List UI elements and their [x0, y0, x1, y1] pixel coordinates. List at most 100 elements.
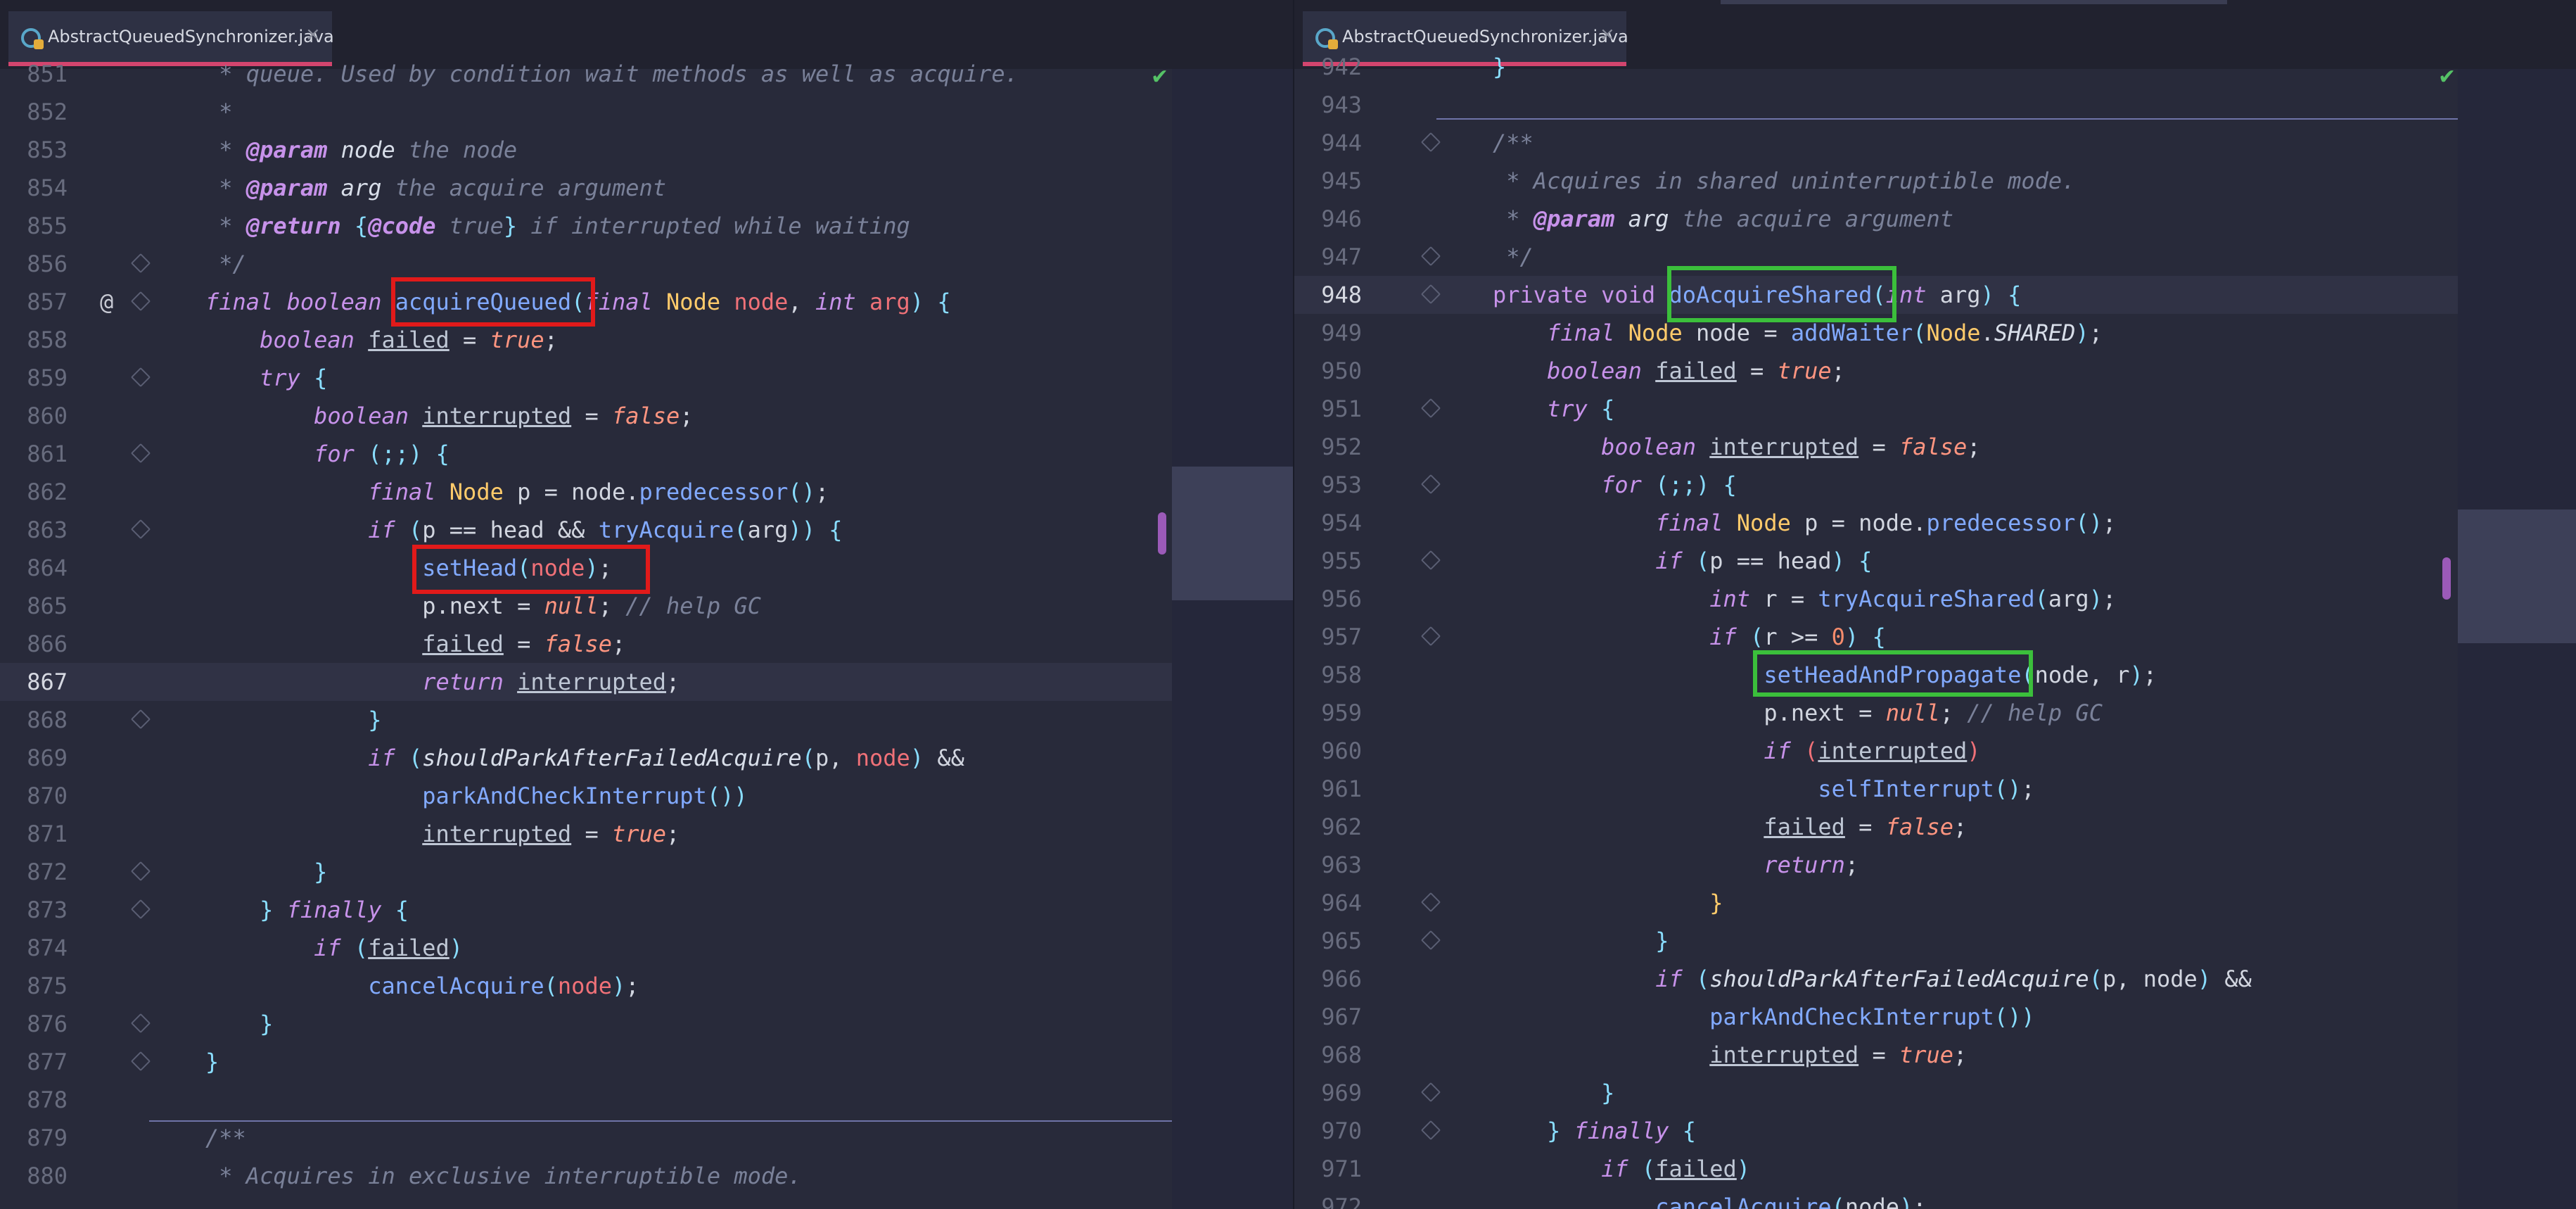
line-number[interactable]: 879: [0, 1119, 68, 1157]
line-number[interactable]: 865: [0, 587, 68, 625]
line-number[interactable]: 874: [0, 929, 68, 967]
code-line[interactable]: 861 for (;;) {: [0, 435, 1172, 473]
line-number[interactable]: 854: [0, 169, 68, 207]
line-number[interactable]: 971: [1294, 1150, 1362, 1188]
line-number[interactable]: 962: [1294, 808, 1362, 846]
code-line[interactable]: 872 }: [0, 853, 1172, 891]
code-line[interactable]: 867 return interrupted;: [0, 663, 1172, 701]
fold-marker-icon[interactable]: [130, 443, 151, 464]
line-number[interactable]: 871: [0, 815, 68, 853]
override-marker-icon[interactable]: @: [100, 283, 113, 321]
code-line[interactable]: 953 for (;;) {: [1294, 466, 2458, 504]
line-number[interactable]: 965: [1294, 922, 1362, 960]
line-number[interactable]: 856: [0, 245, 68, 283]
fold-marker-icon[interactable]: [1420, 474, 1441, 495]
line-number[interactable]: 956: [1294, 580, 1362, 618]
code-line[interactable]: 968 interrupted = true;: [1294, 1036, 2458, 1074]
fold-marker-icon[interactable]: [130, 1051, 151, 1072]
code-line[interactable]: 870 parkAndCheckInterrupt()): [0, 777, 1172, 815]
line-number[interactable]: 972: [1294, 1188, 1362, 1209]
code-line[interactable]: 879 /**: [0, 1119, 1172, 1157]
line-number[interactable]: 877: [0, 1043, 68, 1081]
line-number[interactable]: 868: [0, 701, 68, 739]
code-line[interactable]: 874 if (failed): [0, 929, 1172, 967]
code-line[interactable]: 954 final Node p = node.predecessor();: [1294, 504, 2458, 542]
close-icon[interactable]: ×: [1600, 24, 1615, 45]
code-line[interactable]: 960 if (interrupted): [1294, 732, 2458, 770]
fold-marker-icon[interactable]: [1420, 246, 1441, 267]
code-line[interactable]: 860 boolean interrupted = false;: [0, 397, 1172, 435]
line-number[interactable]: 953: [1294, 466, 1362, 504]
code-line[interactable]: 946 * @param arg the acquire argument: [1294, 200, 2458, 238]
line-number[interactable]: 853: [0, 131, 68, 169]
code-line[interactable]: 970 } finally {: [1294, 1112, 2458, 1150]
code-editor-left[interactable]: 851 * queue. Used by condition wait meth…: [0, 61, 1293, 1209]
line-number[interactable]: 944: [1294, 124, 1362, 162]
line-number[interactable]: 966: [1294, 960, 1362, 998]
code-line[interactable]: 876 }: [0, 1005, 1172, 1043]
scrollbar-thumb-left[interactable]: [1158, 512, 1166, 555]
code-line[interactable]: 971 if (failed): [1294, 1150, 2458, 1188]
line-number[interactable]: 869: [0, 739, 68, 777]
code-line[interactable]: 964 }: [1294, 884, 2458, 922]
code-line[interactable]: 858 boolean failed = true;: [0, 321, 1172, 359]
line-number[interactable]: 858: [0, 321, 68, 359]
code-line[interactable]: 966 if (shouldParkAfterFailedAcquire(p, …: [1294, 960, 2458, 998]
fold-marker-icon[interactable]: [130, 253, 151, 274]
line-number[interactable]: 955: [1294, 542, 1362, 580]
scrollbar-thumb-right[interactable]: [2442, 557, 2451, 600]
line-number[interactable]: 870: [0, 777, 68, 815]
fold-marker-icon[interactable]: [130, 367, 151, 388]
fold-marker-icon[interactable]: [130, 709, 151, 730]
line-number[interactable]: 948: [1294, 276, 1362, 314]
code-line[interactable]: 950 boolean failed = true;: [1294, 352, 2458, 390]
fold-marker-icon[interactable]: [130, 519, 151, 540]
code-line[interactable]: 851 * queue. Used by condition wait meth…: [0, 55, 1172, 93]
line-number[interactable]: 852: [0, 93, 68, 131]
line-number[interactable]: 861: [0, 435, 68, 473]
fold-marker-icon[interactable]: [1420, 398, 1441, 419]
line-number[interactable]: 855: [0, 207, 68, 245]
minimap-viewport[interactable]: [1172, 467, 1293, 600]
line-number[interactable]: 863: [0, 511, 68, 549]
code-line[interactable]: 852 *: [0, 93, 1172, 131]
fold-marker-icon[interactable]: [1420, 930, 1441, 951]
code-line[interactable]: 952 boolean interrupted = false;: [1294, 428, 2458, 466]
code-line[interactable]: 969 }: [1294, 1074, 2458, 1112]
line-number[interactable]: 963: [1294, 846, 1362, 884]
fold-marker-icon[interactable]: [130, 861, 151, 882]
code-line[interactable]: 961 selfInterrupt();: [1294, 770, 2458, 808]
code-line[interactable]: 868 }: [0, 701, 1172, 739]
fold-marker-icon[interactable]: [1420, 284, 1441, 305]
code-line[interactable]: 875 cancelAcquire(node);: [0, 967, 1172, 1005]
code-line[interactable]: 951 try {: [1294, 390, 2458, 428]
line-number[interactable]: 872: [0, 853, 68, 891]
code-line[interactable]: 877}: [0, 1043, 1172, 1081]
line-number[interactable]: 876: [0, 1005, 68, 1043]
fold-marker-icon[interactable]: [1420, 626, 1441, 647]
line-number[interactable]: 862: [0, 473, 68, 511]
code-line[interactable]: 956 int r = tryAcquireShared(arg);: [1294, 580, 2458, 618]
line-number[interactable]: 949: [1294, 314, 1362, 352]
code-line[interactable]: 862 final Node p = node.predecessor();: [0, 473, 1172, 511]
minimap-right[interactable]: [2458, 69, 2576, 1209]
line-number[interactable]: 957: [1294, 618, 1362, 656]
code-line[interactable]: 955 if (p == head) {: [1294, 542, 2458, 580]
code-line[interactable]: 967 parkAndCheckInterrupt()): [1294, 998, 2458, 1036]
code-line[interactable]: 854 * @param arg the acquire argument: [0, 169, 1172, 207]
fold-marker-icon[interactable]: [1420, 1120, 1441, 1141]
line-number[interactable]: 951: [1294, 390, 1362, 428]
line-number[interactable]: 878: [0, 1081, 68, 1119]
line-number[interactable]: 950: [1294, 352, 1362, 390]
code-line[interactable]: 880 * Acquires in exclusive interruptibl…: [0, 1157, 1172, 1195]
code-line[interactable]: 863 if (p == head && tryAcquire(arg)) {: [0, 511, 1172, 549]
line-number[interactable]: 880: [0, 1157, 68, 1195]
line-number[interactable]: 970: [1294, 1112, 1362, 1150]
line-number[interactable]: 954: [1294, 504, 1362, 542]
line-number[interactable]: 969: [1294, 1074, 1362, 1112]
code-line[interactable]: 869 if (shouldParkAfterFailedAcquire(p, …: [0, 739, 1172, 777]
line-number[interactable]: 968: [1294, 1036, 1362, 1074]
fold-marker-icon[interactable]: [1420, 1082, 1441, 1103]
code-editor-right[interactable]: 942} 943 944/** 945 * Acquires in shared un…: [1294, 53, 2576, 1209]
code-line[interactable]: 963 return;: [1294, 846, 2458, 884]
